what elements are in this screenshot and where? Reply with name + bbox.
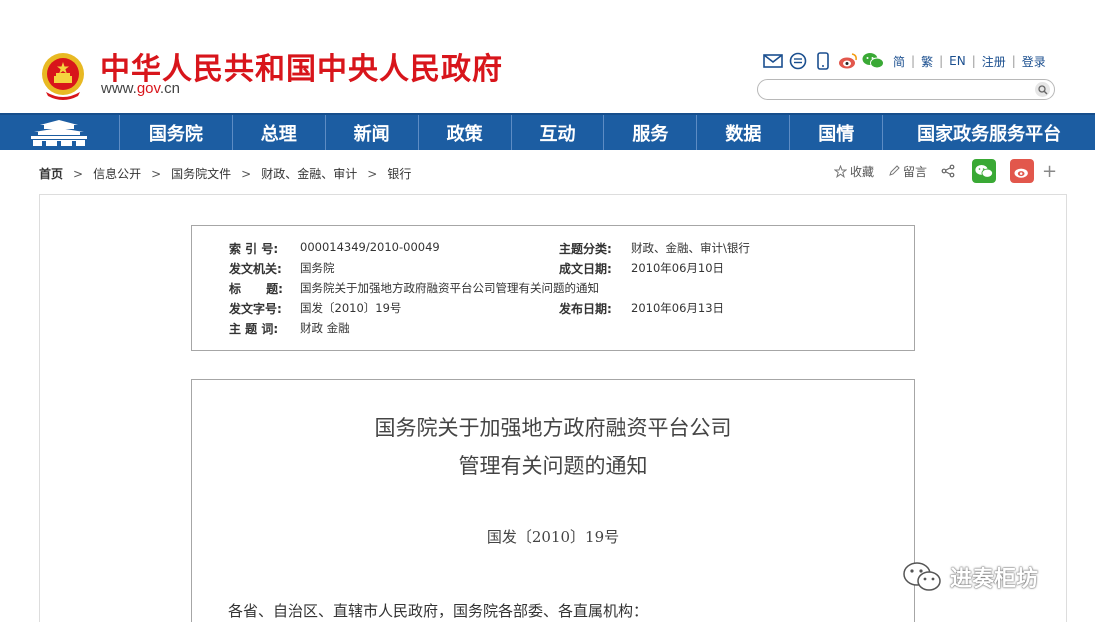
title-label: 标 题: xyxy=(229,282,283,296)
main-nav: 国务院 总理 新闻 政策 互动 服务 数据 国情 国家政务服务平台 xyxy=(0,113,1095,150)
breadcrumb-bank[interactable]: 银行 xyxy=(387,165,411,182)
national-emblem-icon[interactable] xyxy=(40,50,86,100)
meta-row: 发文机关: 国务院 成文日期: 2010年06月10日 xyxy=(192,260,914,280)
search-button[interactable] xyxy=(1035,82,1050,97)
chevron-right-icon: > xyxy=(73,166,84,181)
nav-home-button[interactable] xyxy=(0,115,120,150)
mail-icon[interactable] xyxy=(762,51,784,71)
document-body: 国务院关于加强地方政府融资平台公司 管理有关问题的通知 国发〔2010〕19号 … xyxy=(191,379,915,622)
index-number-label: 索 引 号: xyxy=(229,242,279,256)
login-link[interactable]: 登录 xyxy=(1022,53,1046,70)
lang-traditional-link[interactable]: 繁 xyxy=(921,53,933,70)
site-url-gov: gov xyxy=(136,80,160,97)
lang-english-link[interactable]: EN xyxy=(949,54,966,68)
breadcrumb: 首页 > 信息公开 > 国务院文件 > 财政、金融、审计 > 银行 xyxy=(39,165,411,182)
topic-value: 财政、金融、审计\银行 xyxy=(631,241,750,255)
document-meta-table: 索 引 号: 000014349/2010-00049 主题分类: 财政、金融、… xyxy=(191,225,915,351)
nav-item-data[interactable]: 数据 xyxy=(697,115,791,150)
separator: | xyxy=(1011,54,1016,68)
breadcrumb-home[interactable]: 首页 xyxy=(39,165,63,182)
written-date-label: 成文日期: xyxy=(559,262,612,276)
breadcrumb-finance[interactable]: 财政、金融、审计 xyxy=(261,165,357,182)
nav-item-services[interactable]: 服务 xyxy=(604,115,698,150)
language-links: 简 | 繁 | EN | 注册 | 登录 xyxy=(893,53,1046,70)
watermark-text: 进奏柜坊 xyxy=(950,567,1039,592)
published-date-value: 2010年06月13日 xyxy=(631,301,725,315)
comment-button[interactable]: 留言 xyxy=(888,163,927,180)
chevron-right-icon: > xyxy=(367,166,378,181)
search-box xyxy=(757,79,1055,100)
header-tools: 简 | 繁 | EN | 注册 | 登录 xyxy=(762,50,1046,72)
weibo-icon[interactable] xyxy=(837,51,859,71)
published-date-label: 发布日期: xyxy=(559,302,612,316)
chevron-right-icon: > xyxy=(151,166,162,181)
search-input[interactable] xyxy=(768,82,1028,97)
breadcrumb-state-council-docs[interactable]: 国务院文件 xyxy=(171,165,231,182)
meta-row: 发文字号: 国发〔2010〕19号 发布日期: 2010年06月13日 xyxy=(192,300,914,320)
separator: | xyxy=(971,54,976,68)
document-number: 国发〔2010〕19号 xyxy=(486,528,620,546)
document-salutation: 各省、自治区、直辖市人民政府，国务院各部委、各直属机构： xyxy=(228,602,649,620)
topic-label: 主题分类: xyxy=(559,242,612,256)
nav-item-national-info[interactable]: 国情 xyxy=(790,115,884,150)
pencil-icon xyxy=(889,165,900,176)
meta-row: 主 题 词: 财政 金融 xyxy=(192,320,914,340)
search-icon xyxy=(1037,84,1047,94)
issuer-value: 国务院 xyxy=(300,261,335,275)
document-title-line-2: 管理有关问题的通知 xyxy=(458,454,648,478)
meta-row: 索 引 号: 000014349/2010-00049 主题分类: 财政、金融、… xyxy=(192,240,914,260)
wechat-icon[interactable] xyxy=(862,51,884,71)
more-share-icon[interactable]: + xyxy=(1042,161,1057,182)
document-title-line-1: 国务院关于加强地方政府融资平台公司 xyxy=(374,416,732,440)
chat-bubble-icon[interactable] xyxy=(787,51,809,71)
favorite-label: 收藏 xyxy=(850,164,875,179)
nav-item-interaction[interactable]: 互动 xyxy=(512,115,605,150)
wechat-icon xyxy=(975,164,994,178)
nav-item-news[interactable]: 新闻 xyxy=(326,115,419,150)
title-value: 国务院关于加强地方政府融资平台公司管理有关问题的通知 xyxy=(300,281,599,295)
keywords-value: 财政 金融 xyxy=(300,321,350,335)
mobile-phone-icon[interactable] xyxy=(812,51,834,71)
site-url-suffix: .cn xyxy=(159,80,180,97)
nav-item-gov-service-platform[interactable]: 国家政务服务平台 xyxy=(883,115,1095,150)
separator: | xyxy=(911,54,916,68)
nav-item-policy[interactable]: 政策 xyxy=(419,115,512,150)
issuer-label: 发文机关: xyxy=(229,262,282,276)
document-number-value: 国发〔2010〕19号 xyxy=(300,301,402,315)
nav-item-premier[interactable]: 总理 xyxy=(233,115,326,150)
favorite-button[interactable]: 收藏 xyxy=(834,163,874,180)
breadcrumb-info-disclosure[interactable]: 信息公开 xyxy=(93,165,141,182)
meta-row: 标 题: 国务院关于加强地方政府融资平台公司管理有关问题的通知 xyxy=(192,280,914,300)
wechat-share-button[interactable] xyxy=(972,159,997,183)
document-number-label: 发文字号: xyxy=(229,302,282,316)
weibo-share-button[interactable] xyxy=(1010,159,1035,183)
nav-item-state-council[interactable]: 国务院 xyxy=(120,115,233,150)
star-icon xyxy=(834,164,847,178)
register-link[interactable]: 注册 xyxy=(982,53,1006,70)
share-button[interactable] xyxy=(941,164,958,178)
written-date-value: 2010年06月10日 xyxy=(631,261,725,275)
index-number-value: 000014349/2010-00049 xyxy=(300,240,440,254)
page-actions: 收藏 留言 + xyxy=(834,159,1057,183)
lang-simplified-link[interactable]: 简 xyxy=(893,53,905,70)
chevron-right-icon: > xyxy=(241,166,252,181)
tiananmen-icon xyxy=(31,119,88,146)
site-url: www.gov.cn xyxy=(101,80,180,97)
keywords-label: 主 题 词: xyxy=(229,322,279,336)
site-header: 中华人民共和国中央人民政府 www.gov.cn 简 | 繁 | EN | 注册… xyxy=(0,0,1095,113)
comment-label: 留言 xyxy=(903,164,928,179)
share-icon xyxy=(941,164,955,178)
separator: | xyxy=(939,54,944,68)
site-url-prefix: www. xyxy=(101,80,137,97)
weibo-icon xyxy=(1014,168,1028,178)
watermark: 进奏柜坊 xyxy=(902,560,1038,594)
wechat-icon xyxy=(903,562,941,591)
